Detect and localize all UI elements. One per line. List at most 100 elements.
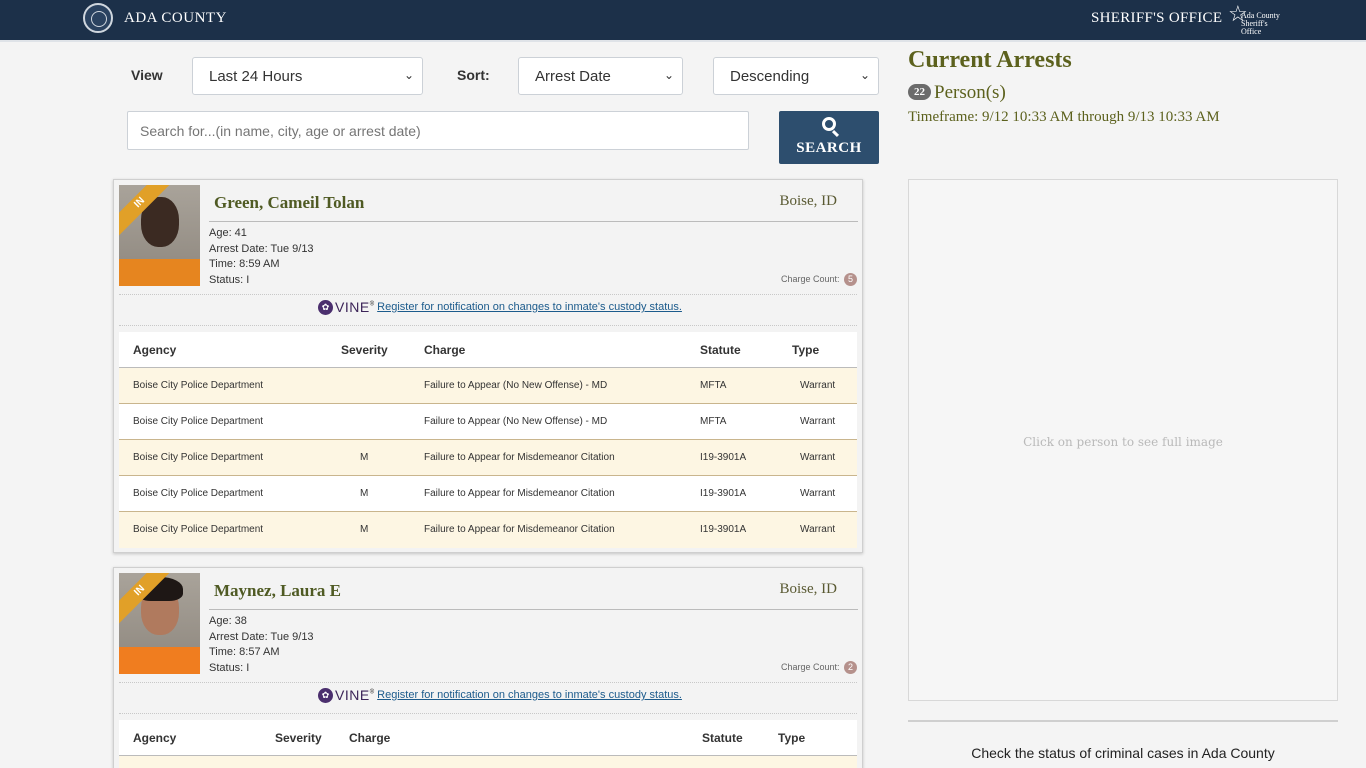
table-row[interactable]: Boise City Police Department M Failure t…: [119, 440, 857, 476]
table-row[interactable]: Boise City Police Department M Failure t…: [119, 512, 857, 548]
view-select[interactable]: Last 24 Hours ⌄: [192, 57, 423, 95]
vine-label: VINE: [335, 299, 370, 315]
search-input[interactable]: [127, 111, 749, 150]
chevron-down-icon: ⌄: [859, 68, 870, 82]
charge-count: Charge Count: 5: [781, 273, 857, 286]
sort-select-value: Arrest Date: [535, 68, 611, 85]
person-age: Age: 38: [209, 615, 247, 627]
person-count: 22 Person(s): [908, 82, 1006, 104]
table-row[interactable]: [119, 756, 857, 768]
search-icon: [822, 117, 836, 131]
charge-count: Charge Count: 2: [781, 661, 857, 674]
office-title[interactable]: SHERIFF'S OFFICE: [1091, 10, 1222, 27]
search-button[interactable]: SEARCH: [779, 111, 879, 164]
vine-icon: ✿: [318, 299, 333, 315]
col-type: Type: [778, 731, 806, 745]
charge-count-label: Charge Count:: [780, 274, 840, 284]
dotted-divider: [119, 294, 857, 295]
charges-table: Agency Severity Charge Statute Type Bois…: [119, 332, 857, 548]
arrest-card[interactable]: IN Maynez, Laura E Boise, ID Age: 38 Arr…: [113, 567, 863, 768]
arrest-time: Time: 8:57 AM: [209, 646, 280, 659]
logo-text: Ada County Sheriff's Office: [1241, 11, 1280, 36]
timeframe-text: Timeframe: 9/12 10:33 AM through 9/13 10…: [908, 109, 1220, 125]
custody-status: Status: I: [209, 274, 250, 287]
cell-type: Warrant: [800, 416, 836, 427]
col-statute: Statute: [700, 343, 741, 357]
cell-agency: Boise City Police Department: [133, 524, 264, 535]
charge-count-badge: 5: [844, 273, 857, 286]
vine-notification: ✿ VINE® Register for notification on chan…: [318, 687, 682, 703]
cell-type: Warrant: [800, 488, 836, 499]
order-select[interactable]: Descending ⌄: [713, 57, 879, 95]
cell-charge: Failure to Appear for Misdemeanor Citati…: [424, 488, 615, 499]
dotted-divider: [119, 682, 857, 683]
mugshot-photo[interactable]: IN: [119, 573, 200, 674]
sort-select[interactable]: Arrest Date ⌄: [518, 57, 683, 95]
cell-severity: M: [360, 524, 369, 535]
right-divider: [908, 720, 1338, 722]
dotted-divider: [119, 713, 857, 714]
charge-count-label: Charge Count:: [780, 662, 840, 672]
person-name[interactable]: Maynez, Laura E: [214, 581, 341, 601]
table-row[interactable]: Boise City Police Department M Failure t…: [119, 476, 857, 512]
charges-table: Agency Severity Charge Statute Type: [119, 720, 857, 768]
cell-severity: M: [360, 452, 369, 463]
col-statute: Statute: [702, 731, 743, 745]
cell-charge: Failure to Appear (No New Offense) - MD: [424, 380, 608, 391]
cell-agency: Boise City Police Department: [133, 452, 264, 463]
cell-severity: M: [360, 488, 369, 499]
mugshot-photo[interactable]: IN: [119, 185, 200, 286]
order-select-value: Descending: [730, 68, 810, 85]
arrest-card[interactable]: IN Green, Cameil Tolan Boise, ID Age: 41…: [113, 179, 863, 553]
dotted-divider: [119, 325, 857, 326]
shirt-shape: [119, 647, 200, 674]
vine-label: VINE: [335, 687, 370, 703]
arrest-date: Arrest Date: Tue 9/13: [209, 630, 314, 643]
table-row[interactable]: Boise City Police Department Failure to …: [119, 404, 857, 440]
cell-agency: Boise City Police Department: [133, 488, 264, 499]
county-seal-icon[interactable]: [83, 3, 113, 33]
person-name[interactable]: Green, Cameil Tolan: [214, 193, 364, 213]
view-label: View: [131, 67, 163, 83]
person-info: Age: 38 Arrest Date: Tue 9/13 Time: 8:57…: [209, 614, 314, 677]
table-header-row: Agency Severity Charge Statute Type: [119, 332, 857, 368]
person-info: Age: 41 Arrest Date: Tue 9/13 Time: 8:59…: [209, 226, 314, 289]
col-agency: Agency: [133, 731, 177, 745]
col-type: Type: [792, 343, 820, 357]
view-select-value: Last 24 Hours: [209, 68, 303, 85]
cell-type: Warrant: [800, 452, 836, 463]
cell-type: Warrant: [800, 524, 836, 535]
cell-charge: Failure to Appear for Misdemeanor Citati…: [424, 524, 615, 535]
cell-statute: I19-3901A: [700, 524, 747, 535]
cell-charge: Failure to Appear (No New Offense) - MD: [424, 416, 608, 427]
sheriff-star-logo-icon[interactable]: ☆ Ada County Sheriff's Office: [1228, 3, 1284, 36]
county-title[interactable]: ADA COUNTY: [124, 10, 227, 27]
vine-register-link[interactable]: Register for notification on changes to …: [377, 301, 682, 313]
full-image-panel: Click on person to see full image: [908, 179, 1338, 701]
name-divider: [209, 609, 858, 610]
person-city: Boise, ID: [779, 581, 838, 597]
shirt-shape: [119, 259, 200, 286]
search-button-label: SEARCH: [796, 140, 862, 156]
person-age: Age: 41: [209, 227, 247, 239]
name-divider: [209, 221, 858, 222]
table-header-row: Agency Severity Charge Statute Type: [119, 720, 857, 756]
case-status-link[interactable]: Check the status of criminal cases in Ad…: [908, 745, 1338, 761]
charge-count-badge: 2: [844, 661, 857, 674]
person-count-label: Person(s): [934, 82, 1006, 103]
col-severity: Severity: [341, 343, 388, 357]
arrest-time: Time: 8:59 AM: [209, 258, 280, 271]
sort-label: Sort:: [457, 67, 490, 83]
vine-icon: ✿: [318, 687, 333, 703]
col-charge: Charge: [424, 343, 466, 357]
header-divider: [0, 40, 1366, 42]
cell-type: Warrant: [800, 380, 836, 391]
cell-statute: MFTA: [700, 416, 727, 427]
cell-statute: I19-3901A: [700, 452, 747, 463]
table-row[interactable]: Boise City Police Department Failure to …: [119, 368, 857, 404]
cell-statute: I19-3901A: [700, 488, 747, 499]
chevron-down-icon: ⌄: [663, 68, 674, 82]
cell-agency: Boise City Police Department: [133, 380, 264, 391]
vine-register-link[interactable]: Register for notification on changes to …: [377, 689, 682, 701]
person-city: Boise, ID: [779, 193, 838, 209]
